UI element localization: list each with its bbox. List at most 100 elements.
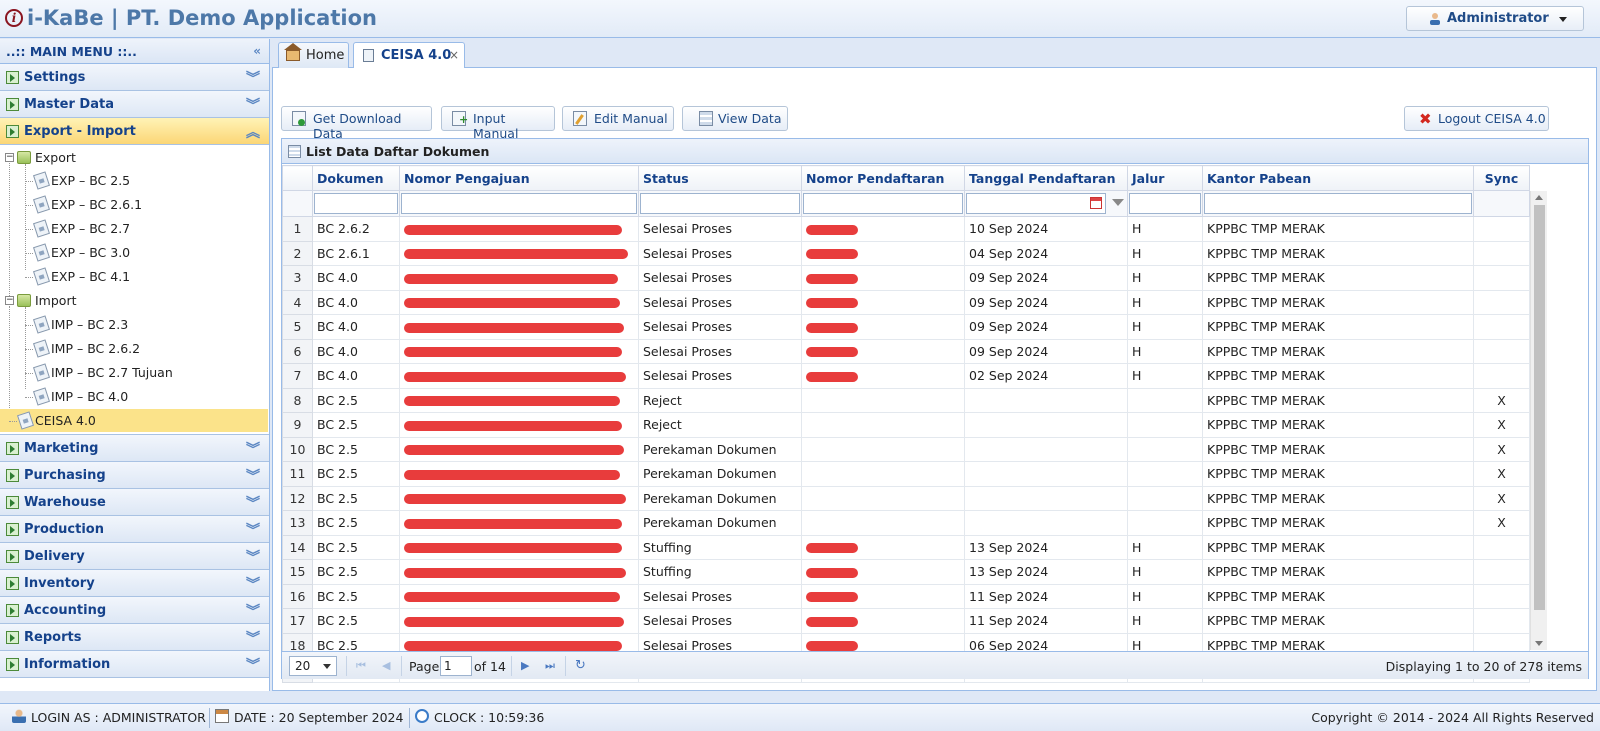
collapse-toggle-icon[interactable]: − (5, 296, 14, 305)
page-number-input[interactable]: 1 (440, 656, 472, 676)
table-row[interactable]: 8 BC 2.5 Reject KPPBC TMP MERAK X (282, 387, 1530, 413)
status-cell: Selesai Proses (638, 289, 802, 315)
tab-ceisa[interactable]: CEISA 4.0 × (353, 42, 465, 69)
collapse-toggle-icon[interactable]: − (5, 153, 14, 162)
table-row[interactable]: 9 BC 2.5 Reject KPPBC TMP MERAK X (282, 412, 1530, 438)
tree-item-imp-bc-4-0[interactable]: IMP – BC 4.0 (0, 385, 268, 408)
sidebar-section-export-import[interactable]: Export - Import ︽ (0, 118, 269, 145)
get-download-data-button[interactable]: Get Download Data (281, 106, 432, 141)
tree-item-exp-bc-2-6-1[interactable]: EXP – BC 2.6.1 (0, 193, 268, 216)
last-page-icon[interactable]: ⏭ (545, 660, 557, 672)
prev-page-icon[interactable]: ◀ (382, 660, 394, 672)
tree-item-imp-bc-2-3[interactable]: IMP – BC 2.3 (0, 313, 268, 336)
logout-ceisa-button[interactable]: ✖ Logout CEISA 4.0 (1404, 106, 1549, 131)
user-menu-button[interactable]: Administrator (1406, 6, 1584, 31)
table-row[interactable]: 12 BC 2.5 Perekaman Dokumen KPPBC TMP MERAK… (282, 485, 1530, 511)
sidebar-section-purchasing[interactable]: Purchasing ︾ (0, 462, 269, 489)
filter-nomor-pendaftaran-input[interactable] (803, 193, 963, 214)
table-row[interactable]: 16 BC 2.5 Selesai Proses 11 Sep 2024 H KPPBC … (282, 583, 1530, 609)
expand-chevron-icon[interactable]: ︾ (246, 493, 260, 513)
sidebar-section-marketing[interactable]: Marketing ︾ (0, 435, 269, 462)
table-row[interactable]: 2 BC 2.6.1 Selesai Proses 04 Sep 2024 H KPPBC… (282, 240, 1530, 266)
edit-manual-button[interactable]: Edit Manual (562, 106, 674, 131)
table-row[interactable]: 3 BC 4.0 Selesai Proses 09 Sep 2024 H KPPBC T… (282, 265, 1530, 291)
filter-status-input[interactable] (640, 193, 800, 214)
filter-kantor-pabean-input[interactable] (1204, 193, 1472, 214)
first-page-icon[interactable]: ⏮ (356, 660, 368, 672)
table-row[interactable]: 11 BC 2.5 Perekaman Dokumen KPPBC TMP MERAK… (282, 461, 1530, 487)
table-row[interactable]: 4 BC 4.0 Selesai Proses 09 Sep 2024 H KPPBC T… (282, 289, 1530, 315)
sidebar-section-inventory[interactable]: Inventory ︾ (0, 570, 269, 597)
scroll-up-icon[interactable] (1535, 195, 1543, 200)
filter-icon[interactable] (1112, 199, 1124, 206)
close-icon[interactable]: × (449, 48, 459, 62)
chevron-down-icon (1559, 17, 1567, 22)
scroll-down-icon[interactable] (1535, 641, 1543, 646)
expand-chevron-icon[interactable]: ︾ (246, 466, 260, 486)
column-header-jalur[interactable]: Jalur (1127, 165, 1203, 191)
page-size-select[interactable]: 20 (289, 656, 337, 676)
tab-home[interactable]: Home (278, 42, 349, 68)
view-data-button[interactable]: View Data (682, 106, 788, 131)
tree-item-imp-bc-2-7-tujuan[interactable]: IMP – BC 2.7 Tujuan (0, 361, 268, 384)
tree-node-export[interactable]: − Export (0, 146, 268, 169)
sidebar-section-production[interactable]: Production ︾ (0, 516, 269, 543)
sync-cell: X (1473, 461, 1530, 487)
expand-chevron-icon[interactable]: ︾ (246, 655, 260, 675)
expand-chevron-icon[interactable]: ︾ (246, 95, 260, 115)
table-row[interactable]: 7 BC 4.0 Selesai Proses 02 Sep 2024 H KPPBC T… (282, 363, 1530, 389)
collapse-chevron-icon[interactable]: ︽ (246, 122, 260, 142)
expand-chevron-icon[interactable]: ︾ (246, 628, 260, 648)
expand-chevron-icon[interactable]: ︾ (246, 520, 260, 540)
tree-item-ceisa-4-0[interactable]: CEISA 4.0 (0, 409, 268, 432)
column-header-kantor-pabean[interactable]: Kantor Pabean (1202, 165, 1474, 191)
nomor-pendaftaran-cell (801, 289, 965, 315)
table-row[interactable]: 5 BC 4.0 Selesai Proses 09 Sep 2024 H KPPBC T… (282, 314, 1530, 340)
tree-item-exp-bc-3-0[interactable]: EXP – BC 3.0 (0, 241, 268, 264)
tree-item-exp-bc-4-1[interactable]: EXP – BC 4.1 (0, 265, 268, 288)
tree-item-exp-bc-2-7[interactable]: EXP – BC 2.7 (0, 217, 268, 240)
expand-chevron-icon[interactable]: ︾ (246, 574, 260, 594)
table-row[interactable]: 10 BC 2.5 Perekaman Dokumen KPPBC TMP MERAK… (282, 436, 1530, 462)
sidebar-section-accounting[interactable]: Accounting ︾ (0, 597, 269, 624)
sidebar-section-reports[interactable]: Reports ︾ (0, 624, 269, 651)
next-page-icon[interactable]: ▶ (521, 660, 533, 672)
sidebar-section-warehouse[interactable]: Warehouse ︾ (0, 489, 269, 516)
table-row[interactable]: 13 BC 2.5 Perekaman Dokumen KPPBC TMP MERAK… (282, 510, 1530, 536)
filter-nomor-pengajuan-input[interactable] (401, 193, 637, 214)
column-header-nomor-pengajuan[interactable]: Nomor Pengajuan (399, 165, 639, 191)
scroll-thumb[interactable] (1534, 205, 1545, 610)
refresh-icon[interactable]: ↻ (575, 659, 587, 672)
filter-tanggal-input[interactable] (966, 193, 1124, 214)
sidebar-section-delivery[interactable]: Delivery ︾ (0, 543, 269, 570)
sidebar-section-information[interactable]: Information ︾ (0, 651, 269, 678)
table-row[interactable]: 17 BC 2.5 Selesai Proses 11 Sep 2024 H KPPBC … (282, 608, 1530, 634)
column-header-status[interactable]: Status (638, 165, 802, 191)
expand-chevron-icon[interactable]: ︾ (246, 547, 260, 567)
sidebar-section-master-data[interactable]: Master Data ︾ (0, 91, 269, 118)
tree-node-import[interactable]: − Import (0, 289, 268, 312)
input-manual-button[interactable]: Input Manual (441, 106, 555, 141)
nomor-pendaftaran-cell (801, 216, 965, 242)
table-row[interactable]: 1 BC 2.6.2 Selesai Proses 10 Sep 2024 H KPPBC… (282, 216, 1530, 242)
row-number-cell: 15 (282, 559, 313, 585)
filter-jalur-input[interactable] (1129, 193, 1201, 214)
tree-item-imp-bc-2-6-2[interactable]: IMP – BC 2.6.2 (0, 337, 268, 360)
collapse-sidebar-icon[interactable]: « (253, 44, 261, 58)
column-header-nomor-pendaftaran[interactable]: Nomor Pendaftaran (801, 165, 965, 191)
calendar-icon[interactable] (1090, 197, 1102, 209)
sidebar-section-settings[interactable]: Settings ︾ (0, 64, 269, 91)
tree-item-exp-bc-2-5[interactable]: EXP – BC 2.5 (0, 169, 268, 192)
vertical-scrollbar[interactable] (1530, 191, 1547, 650)
column-header-sync[interactable]: Sync (1473, 165, 1530, 191)
filter-dokumen-input[interactable] (314, 193, 398, 214)
table-row[interactable]: 6 BC 4.0 Selesai Proses 09 Sep 2024 H KPPBC T… (282, 338, 1530, 364)
column-header-dokumen[interactable]: Dokumen (312, 165, 400, 191)
expand-chevron-icon[interactable]: ︾ (246, 601, 260, 621)
expand-chevron-icon[interactable]: ︾ (246, 439, 260, 459)
kantor-pabean-cell: KPPBC TMP MERAK (1202, 583, 1474, 609)
column-header-tanggal-pendaftaran[interactable]: Tanggal Pendaftaran (964, 165, 1128, 191)
table-row[interactable]: 14 BC 2.5 Stuffing 13 Sep 2024 H KPPBC TMP ME… (282, 534, 1530, 560)
expand-chevron-icon[interactable]: ︾ (246, 68, 260, 88)
table-row[interactable]: 15 BC 2.5 Stuffing 13 Sep 2024 H KPPBC TMP ME… (282, 559, 1530, 585)
